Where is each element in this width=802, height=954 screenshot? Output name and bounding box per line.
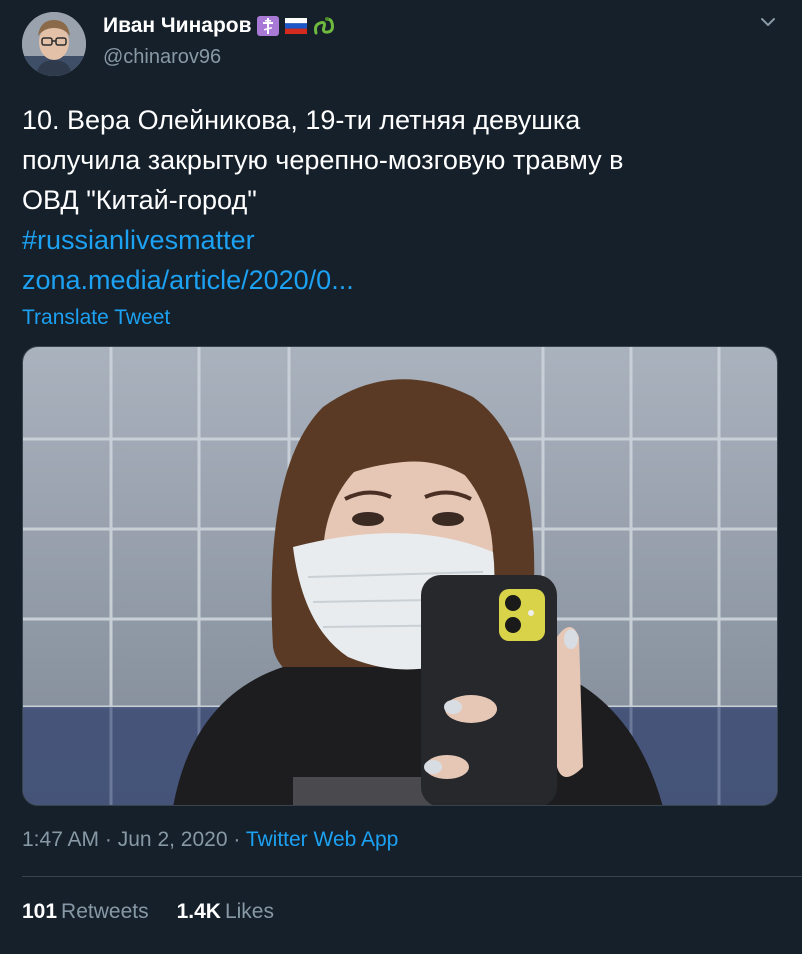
orthodox-cross-icon <box>256 15 280 37</box>
tweet: Иван Чинаров @chinarov96 10. Вера Олейни… <box>0 0 802 954</box>
tweet-source-link[interactable]: Twitter Web App <box>246 828 399 851</box>
author-handle[interactable]: @chinarov96 <box>103 46 221 69</box>
tweet-text: 10. Вера Олейникова, 19-ти летняя девушк… <box>22 100 782 300</box>
meta-separator: · <box>104 828 112 851</box>
retweets-stat[interactable]: 101 Retweets <box>22 900 149 924</box>
avatar[interactable] <box>22 12 86 76</box>
photo-mirror-selfie <box>23 347 777 805</box>
retweets-label: Retweets <box>61 900 149 923</box>
display-name[interactable]: Иван Чинаров <box>103 14 252 38</box>
meta-separator: · <box>233 828 241 851</box>
likes-stat[interactable]: 1.4K Likes <box>177 900 274 924</box>
tweet-date[interactable]: Jun 2, 2020 <box>118 828 228 851</box>
russia-flag-icon <box>284 15 308 37</box>
author-name-row[interactable]: Иван Чинаров <box>103 14 336 38</box>
tweet-meta: 1:47 AM · Jun 2, 2020 · Twitter Web App <box>22 828 398 852</box>
article-link[interactable]: zona.media/article/2020/0... <box>22 260 782 300</box>
translate-tweet-link[interactable]: Translate Tweet <box>22 306 170 330</box>
tweet-photo[interactable] <box>22 346 778 806</box>
divider <box>22 876 802 877</box>
retweets-count: 101 <box>22 900 58 923</box>
likes-label: Likes <box>224 900 274 923</box>
tweet-stats: 101 Retweets 1.4K Likes <box>22 900 274 924</box>
tweet-text-line: ОВД "Китай-город" <box>22 185 257 215</box>
likes-count: 1.4K <box>176 900 221 923</box>
tweet-text-line: получила закрытую черепно-мозговую травм… <box>22 145 624 175</box>
tweet-time[interactable]: 1:47 AM <box>22 828 99 851</box>
chevron-down-icon[interactable] <box>758 14 778 30</box>
snake-icon <box>312 15 336 37</box>
avatar-image <box>22 12 86 76</box>
hashtag-link[interactable]: #russianlivesmatter <box>22 220 782 260</box>
tweet-text-line: 10. Вера Олейникова, 19-ти летняя девушк… <box>22 105 581 135</box>
